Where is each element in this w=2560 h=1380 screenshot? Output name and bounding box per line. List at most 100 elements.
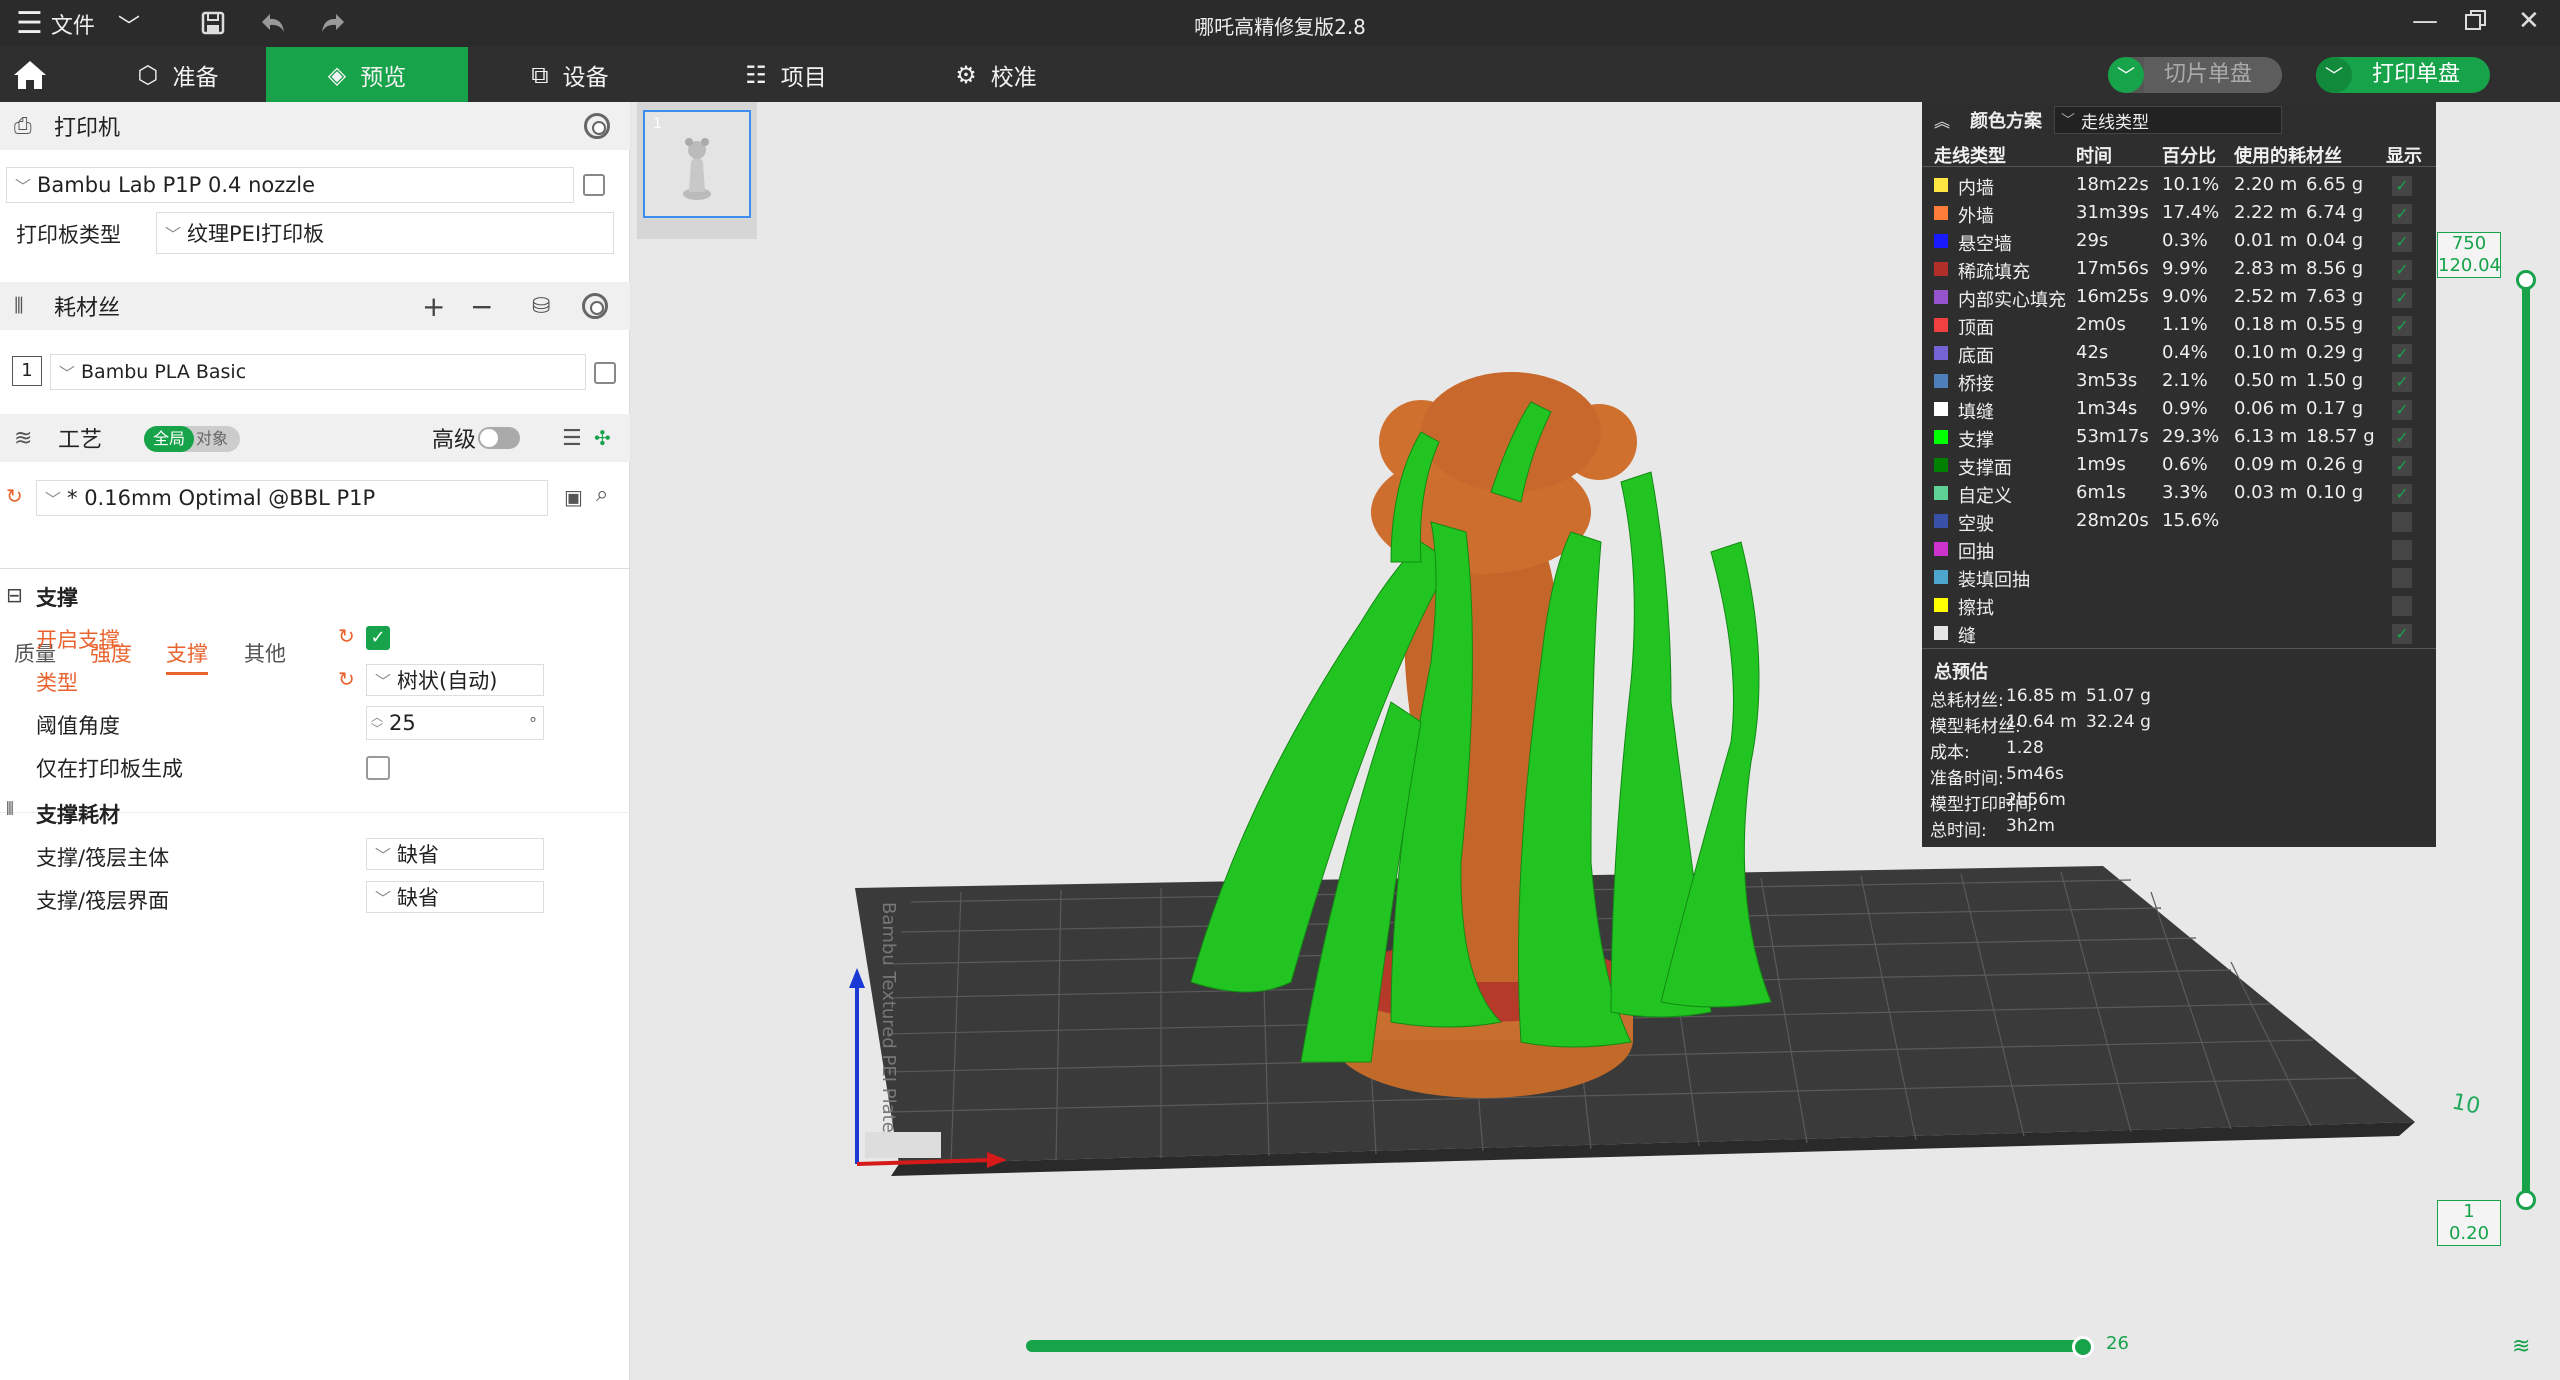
printer-preset-value: Bambu Lab P1P 0.4 nozzle — [37, 173, 316, 197]
legend-visibility-checkbox[interactable]: ✓ — [2392, 456, 2412, 476]
layers-stack-icon[interactable]: ≋ — [2512, 1334, 2530, 1359]
process-preset-select[interactable]: ﹀ * 0.16mm Optimal @BBL P1P — [36, 480, 548, 516]
reset-icon[interactable]: ↻ — [338, 624, 355, 648]
legend-pct: 0.4% — [2162, 342, 2208, 363]
legend-visibility-checkbox[interactable]: ✓ — [2392, 316, 2412, 336]
legend-visibility-checkbox[interactable]: ✓ — [2392, 400, 2412, 420]
filament-slot-index[interactable]: 1 — [12, 356, 42, 386]
legend-wt: 0.26 g — [2306, 454, 2364, 475]
legend-visibility-checkbox[interactable] — [2392, 568, 2412, 588]
edit-icon[interactable] — [594, 362, 616, 384]
process-layers-icon: ≋ — [14, 425, 33, 451]
move-slider-handle[interactable] — [2072, 1336, 2094, 1358]
legend-visibility-checkbox[interactable]: ✓ — [2392, 484, 2412, 504]
support-interface-label: 支撑/筏层界面 — [36, 889, 170, 913]
legend-name: 悬空墙 — [1958, 234, 2012, 255]
remove-filament-icon[interactable]: − — [470, 290, 493, 323]
legend-row: 自定义 6m1s 3.3% 0.03 m 0.10 g ✓ — [1922, 480, 2436, 508]
legend-visibility-checkbox[interactable]: ✓ — [2392, 204, 2412, 224]
chevron-down-icon[interactable]: ﹀ — [2316, 57, 2352, 93]
legend-pct: 0.9% — [2162, 398, 2208, 419]
printer-settings-icon[interactable] — [584, 113, 610, 139]
filament-select[interactable]: ﹀ Bambu PLA Basic — [50, 354, 586, 390]
chevron-down-icon[interactable]: ﹀ — [2108, 57, 2144, 93]
filament-settings-icon[interactable] — [582, 293, 608, 319]
layer-slider-top-handle[interactable] — [2516, 270, 2536, 290]
printer-preset-select[interactable]: ﹀ Bambu Lab P1P 0.4 nozzle — [6, 167, 574, 203]
legend-visibility-checkbox[interactable]: ✓ — [2392, 232, 2412, 252]
legend-visibility-checkbox[interactable]: ✓ — [2392, 176, 2412, 196]
slice-plate-button[interactable]: ﹀ 切片单盘 — [2108, 57, 2283, 93]
plate-type-select[interactable]: ﹀ 纹理PEI打印板 — [156, 212, 614, 254]
layer-slider[interactable] — [2522, 280, 2530, 1202]
threshold-angle-input[interactable]: ︿ ﹀ 25 ° — [366, 706, 544, 740]
collapse-icon[interactable]: ︽ — [1934, 108, 1950, 132]
add-filament-icon[interactable]: + — [422, 290, 445, 323]
advanced-toggle[interactable] — [478, 427, 520, 449]
legend-pct: 2.1% — [2162, 370, 2208, 391]
filament-section-title: 耗材丝 — [54, 296, 121, 321]
support-base-value: 缺省 — [397, 843, 440, 867]
support-filament-group-title: 支撑耗材 — [36, 803, 120, 827]
legend-name: 回抽 — [1958, 542, 1994, 563]
reset-icon[interactable]: ↻ — [6, 484, 23, 508]
tab-prepare-label: 准备 — [172, 64, 219, 91]
tab-preview[interactable]: ◈ 预览 — [266, 47, 468, 102]
estimate-v1: 5m46s — [2006, 764, 2064, 784]
legend-visibility-checkbox[interactable]: ✓ — [2392, 260, 2412, 280]
top-layer-label: 750 120.04 — [2437, 232, 2501, 278]
estimate-v1: 3h2m — [2006, 816, 2055, 836]
layer-slider-bottom-handle[interactable] — [2516, 1190, 2536, 1210]
estimate-v1: 10.64 m — [2006, 712, 2077, 732]
edit-icon[interactable] — [583, 174, 605, 196]
legend-visibility-checkbox[interactable]: ✓ — [2392, 624, 2412, 644]
process-section-header: ≋ 工艺 全局 对象 高级 ☰ ✣ — [0, 414, 630, 462]
filament-sync-icon[interactable]: ⛁ — [532, 294, 550, 319]
filament-icon: ⦀ — [14, 293, 24, 319]
toggle-global[interactable]: 全局 — [144, 426, 194, 452]
home-icon[interactable] — [10, 55, 50, 95]
legend-len: 0.50 m — [2234, 370, 2298, 391]
legend-visibility-checkbox[interactable]: ✓ — [2392, 288, 2412, 308]
legend-pct: 1.1% — [2162, 314, 2208, 335]
tab-calibration[interactable]: ⚙ 校准 — [926, 47, 1066, 102]
legend-time: 28m20s — [2076, 510, 2149, 531]
legend-name: 缝 — [1958, 626, 1976, 647]
minimize-icon[interactable]: — — [2412, 6, 2438, 36]
color-scheme-select[interactable]: ﹀ 走线类型 — [2054, 106, 2282, 134]
tab-device[interactable]: ⧉ 设备 — [500, 47, 640, 102]
reset-icon[interactable]: ↻ — [338, 667, 355, 691]
build-plate-only-checkbox[interactable] — [366, 756, 390, 780]
move-slider[interactable] — [1026, 1340, 2084, 1352]
tab-project[interactable]: ☷ 项目 — [716, 47, 856, 102]
support-type-select[interactable]: ﹀ 树状(自动) — [366, 664, 544, 696]
tab-other[interactable]: 其他 — [244, 638, 286, 668]
tab-support[interactable]: 支撑 — [166, 638, 208, 675]
support-base-select[interactable]: ﹀ 缺省 — [366, 838, 544, 870]
svg-text:Bambu Textured PEI Plate: Bambu Textured PEI Plate — [878, 902, 899, 1133]
legend-wt: 0.04 g — [2306, 230, 2364, 251]
legend-visibility-checkbox[interactable] — [2392, 512, 2412, 532]
restore-icon[interactable] — [2464, 8, 2488, 39]
legend-visibility-checkbox[interactable]: ✓ — [2392, 344, 2412, 364]
device-icon: ⧉ — [531, 60, 549, 89]
legend-visibility-checkbox[interactable]: ✓ — [2392, 372, 2412, 392]
svg-text:10: 10 — [2450, 1089, 2483, 1119]
enable-support-checkbox[interactable]: ✓ — [366, 626, 390, 650]
tab-prepare[interactable]: ⬡ 准备 — [90, 47, 266, 102]
legend-name: 填缝 — [1958, 402, 1994, 423]
print-plate-button[interactable]: ﹀ 打印单盘 — [2316, 57, 2491, 93]
legend-row: 底面 42s 0.4% 0.10 m 0.29 g ✓ — [1922, 340, 2436, 368]
list-view-icon[interactable]: ☰ — [562, 426, 582, 451]
compare-icon[interactable]: ✣ — [594, 426, 611, 450]
legend-visibility-checkbox[interactable] — [2392, 540, 2412, 560]
support-interface-select[interactable]: ﹀ 缺省 — [366, 881, 544, 913]
search-icon[interactable]: ⌕ — [596, 482, 608, 507]
close-icon[interactable]: ✕ — [2518, 6, 2540, 36]
toggle-object[interactable]: 对象 — [196, 426, 228, 452]
global-object-toggle[interactable]: 全局 对象 — [144, 426, 240, 452]
save-preset-icon[interactable]: ▣ — [564, 485, 583, 509]
legend-swatch — [1934, 486, 1948, 500]
legend-visibility-checkbox[interactable]: ✓ — [2392, 428, 2412, 448]
legend-visibility-checkbox[interactable] — [2392, 596, 2412, 616]
